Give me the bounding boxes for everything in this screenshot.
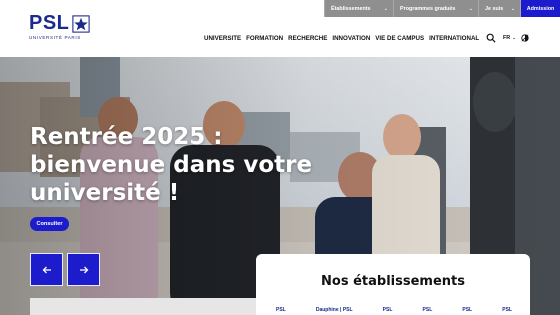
je-suis-label: Je suis	[485, 5, 504, 12]
programmes-label: Programmes gradués	[400, 5, 456, 12]
etablissement-logo[interactable]: PSL	[383, 307, 393, 313]
header-tools: FR ⌄	[486, 33, 529, 43]
etablissements-title: Nos établissements	[321, 274, 465, 289]
etablissement-logo[interactable]: PSL	[423, 307, 433, 313]
etablissement-logo[interactable]: PSL	[462, 307, 472, 313]
hero-title-line: université !	[30, 180, 180, 206]
arrow-right-icon	[79, 266, 88, 273]
etablissement-logo[interactable]: PSL	[276, 307, 286, 313]
language-label: FR	[503, 35, 511, 41]
etablissements-logo-row: PSL Dauphine | PSL PSL PSL PSL PSL	[276, 305, 512, 315]
chevron-down-icon: ⌄	[510, 5, 515, 12]
arrow-left-icon	[42, 266, 51, 273]
nav-item-recherche[interactable]: RECHERCHE	[288, 35, 327, 42]
carousel-next-button[interactable]	[67, 253, 100, 286]
je-suis-dropdown[interactable]: Je suis ⌄	[478, 0, 520, 17]
nav-item-formation[interactable]: FORMATION	[246, 35, 283, 42]
nav-item-universite[interactable]: UNIVERSITE	[204, 35, 241, 42]
etablissements-panel: Nos établissements PSL Dauphine | PSL PS…	[256, 254, 530, 315]
content-strip	[30, 298, 256, 315]
page: PSL UNIVERSITÉ PARIS UNIVERSITE FORMATIO…	[0, 0, 560, 315]
etablissements-label: Établissements	[331, 5, 371, 12]
nav-item-innovation[interactable]: INNOVATION	[332, 35, 370, 42]
programmes-dropdown[interactable]: Programmes gradués ⌄	[393, 0, 478, 17]
consulter-button[interactable]: Consulter	[30, 217, 69, 231]
admission-button[interactable]: Admission	[520, 0, 560, 17]
chevron-down-icon: ⌄	[468, 5, 473, 12]
psl-logo[interactable]: PSL UNIVERSITÉ PARIS	[29, 12, 95, 46]
carousel-prev-button[interactable]	[30, 253, 63, 286]
main-nav: UNIVERSITE FORMATION RECHERCHE INNOVATIO…	[204, 35, 484, 42]
nav-item-international[interactable]: INTERNATIONAL	[429, 35, 479, 42]
nav-item-vie-de-campus[interactable]: VIE DE CAMPUS	[375, 35, 424, 42]
etablissement-logo[interactable]: Dauphine | PSL	[316, 307, 353, 313]
chevron-down-icon: ⌄	[512, 35, 516, 40]
hero-title: Rentrée 2025 : bienvenue dans votre univ…	[30, 123, 313, 207]
hero-title-line: Rentrée 2025 :	[30, 124, 223, 150]
logo-wordmark: PSL	[29, 12, 70, 34]
etablissement-logo[interactable]: PSL	[502, 307, 512, 313]
utility-bar: Établissements ⌄ Programmes gradués ⌄ Je…	[324, 0, 560, 17]
etablissements-dropdown[interactable]: Établissements ⌄	[324, 0, 393, 17]
contrast-toggle-icon[interactable]	[521, 34, 529, 42]
search-icon[interactable]	[486, 33, 496, 43]
chevron-down-icon: ⌄	[383, 5, 388, 12]
logo-subtitle: UNIVERSITÉ PARIS	[29, 35, 81, 40]
language-selector[interactable]: FR ⌄	[503, 35, 516, 41]
hero-title-line: bienvenue dans votre	[30, 152, 313, 178]
star-icon	[72, 15, 90, 33]
